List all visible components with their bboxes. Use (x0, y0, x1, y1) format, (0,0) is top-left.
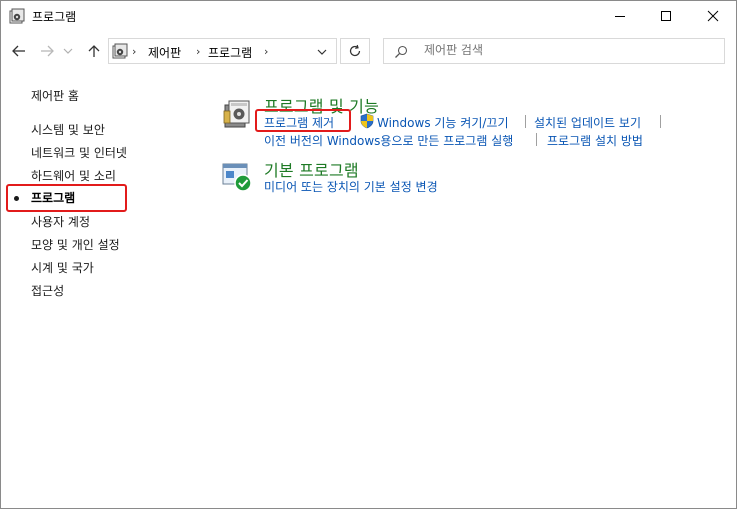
chevron-down-icon (63, 48, 73, 54)
arrow-right-icon (41, 45, 54, 57)
minimize-button[interactable] (597, 1, 643, 31)
address-dropdown-button[interactable] (317, 45, 327, 59)
arrow-left-icon (12, 45, 25, 57)
address-bar[interactable]: › 제어판 › 프로그램 › (108, 38, 337, 64)
close-button[interactable] (690, 1, 736, 31)
link-windows-features[interactable]: Windows 기능 켜기/끄기 (377, 114, 508, 131)
window-title: 프로그램 (32, 10, 77, 24)
maximize-button[interactable] (643, 1, 689, 31)
link-how-to-install[interactable]: 프로그램 설치 방법 (547, 132, 643, 149)
sidebar-item-system-security[interactable]: 시스템 및 보안 (31, 121, 105, 138)
link-separator (525, 115, 526, 128)
link-compatibility-run[interactable]: 이전 버전의 Windows용으로 만든 프로그램 실행 (264, 132, 513, 149)
link-separator (660, 115, 661, 128)
search-box[interactable] (383, 38, 725, 64)
maximize-icon (661, 11, 671, 21)
breadcrumb-separator-icon[interactable]: › (264, 45, 268, 58)
close-icon (707, 10, 719, 22)
sidebar-item-appearance-personalization[interactable]: 모양 및 개인 설정 (31, 236, 120, 253)
breadcrumb-programs[interactable]: 프로그램 (208, 44, 252, 61)
minimize-icon (615, 16, 625, 17)
refresh-icon (349, 44, 361, 57)
sidebar-highlight-box (6, 184, 127, 212)
breadcrumb-separator-icon[interactable]: › (196, 45, 200, 58)
control-panel-window: 프로그램 › 제어판 › 프로그램 › 제어판 검색 제어판 홈 시스템 및 보… (0, 0, 737, 509)
breadcrumb-separator-icon[interactable]: › (132, 45, 136, 58)
uac-shield-icon (359, 113, 375, 132)
link-media-device-defaults[interactable]: 미디어 또는 장치의 기본 설정 변경 (264, 178, 438, 195)
default-programs-icon[interactable] (221, 161, 253, 193)
recent-locations-button[interactable] (60, 39, 76, 63)
search-icon (394, 45, 408, 62)
breadcrumb-control-panel[interactable]: 제어판 (148, 44, 181, 61)
control-panel-icon (9, 8, 25, 24)
back-button[interactable] (8, 39, 30, 63)
link-view-installed-updates[interactable]: 설치된 업데이트 보기 (534, 114, 641, 131)
sidebar-item-user-accounts[interactable]: 사용자 계정 (31, 213, 90, 230)
refresh-button[interactable] (340, 38, 370, 64)
sidebar-control-panel-home-link[interactable]: 제어판 홈 (31, 87, 79, 104)
sidebar-item-hardware-sound[interactable]: 하드웨어 및 소리 (31, 167, 116, 184)
search-input[interactable] (424, 43, 704, 57)
forward-button[interactable] (36, 39, 58, 63)
uninstall-highlight-box (255, 109, 351, 132)
arrow-up-icon (88, 45, 100, 57)
sidebar-item-ease-of-access[interactable]: 접근성 (31, 282, 64, 299)
up-button[interactable] (83, 39, 105, 63)
link-separator (536, 133, 537, 146)
control-panel-icon (112, 43, 128, 59)
programs-features-icon[interactable] (221, 97, 253, 129)
sidebar-item-network-internet[interactable]: 네트워크 및 인터넷 (31, 144, 127, 161)
sidebar-item-clock-region[interactable]: 시계 및 국가 (31, 259, 94, 276)
chevron-down-icon (317, 49, 327, 55)
title-bar: 프로그램 (1, 1, 736, 31)
